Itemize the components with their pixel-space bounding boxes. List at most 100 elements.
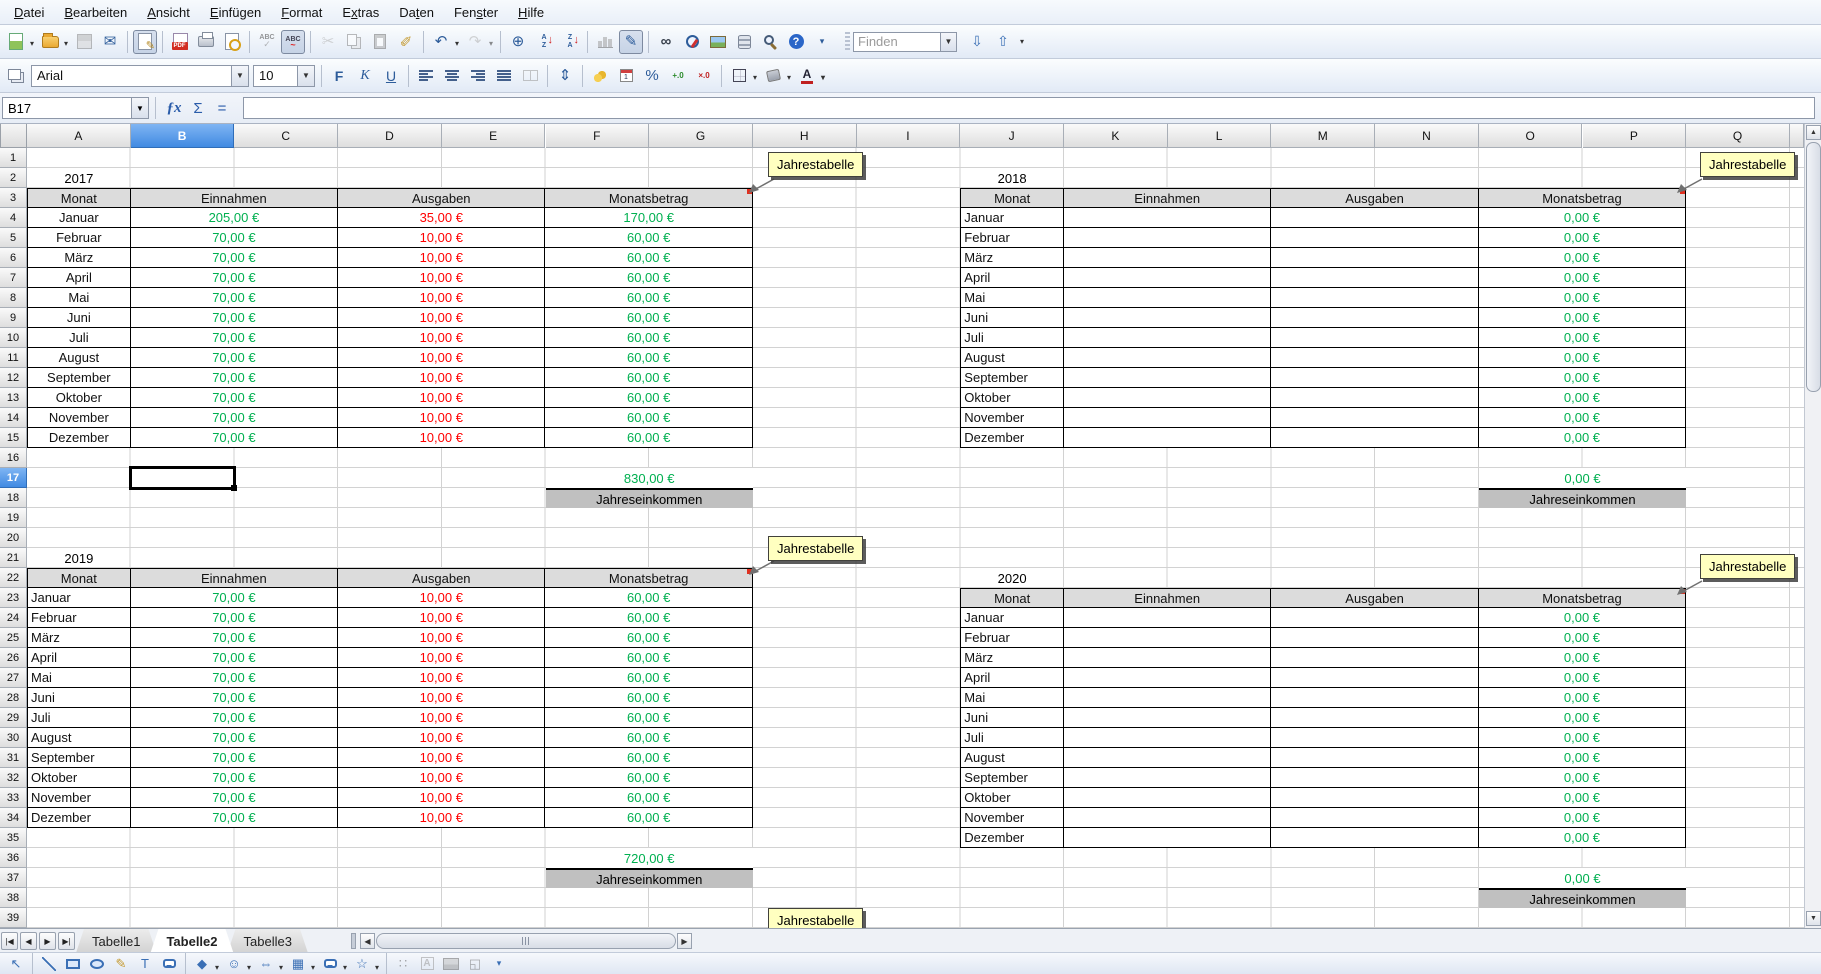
month-cell[interactable]: Juli (960, 328, 1064, 348)
monatsbetrag-cell[interactable]: 170,00 € (545, 208, 752, 228)
monatsbetrag-cell[interactable]: 60,00 € (545, 668, 752, 688)
einnahmen-cell[interactable]: 70,00 € (131, 408, 338, 428)
row-header-1[interactable]: 1 (0, 148, 27, 168)
month-cell[interactable]: Mai (27, 288, 131, 308)
menu-item-ansicht[interactable]: Ansicht (137, 2, 200, 23)
monatsbetrag-cell[interactable]: 0,00 € (1479, 788, 1686, 808)
row-header-28[interactable]: 28 (0, 688, 27, 708)
monatsbetrag-cell[interactable]: 60,00 € (545, 628, 752, 648)
einnahmen-cell[interactable]: 70,00 € (131, 228, 338, 248)
table-header-cell[interactable]: Monatsbetrag (1479, 188, 1686, 208)
monatsbetrag-cell[interactable]: 0,00 € (1479, 268, 1686, 288)
menu-item-einfügen[interactable]: Einfügen (200, 2, 271, 23)
month-cell[interactable]: Februar (960, 228, 1064, 248)
extrusion-icon[interactable]: ◱ (464, 954, 486, 973)
total-value-2019[interactable]: 720,00 € (546, 848, 753, 868)
row-header-22[interactable]: 22 (0, 568, 27, 588)
month-cell[interactable]: Juni (960, 308, 1064, 328)
row-header-6[interactable]: 6 (0, 248, 27, 268)
chevron-down-icon[interactable]: ▾ (247, 963, 251, 972)
einnahmen-cell[interactable] (1064, 688, 1271, 708)
function-wizard-icon[interactable]: ƒx (162, 97, 186, 119)
einnahmen-cell[interactable] (1064, 648, 1271, 668)
column-header-M[interactable]: M (1271, 124, 1375, 148)
table-header-cell[interactable]: Monatsbetrag (545, 188, 752, 208)
find-input[interactable] (853, 32, 941, 52)
ausgaben-cell[interactable]: 10,00 € (338, 268, 545, 288)
flowchart-icon[interactable]: ▦▾ (287, 954, 309, 973)
ausgaben-cell[interactable]: 10,00 € (338, 368, 545, 388)
ausgaben-cell[interactable] (1271, 368, 1478, 388)
month-cell[interactable]: November (960, 408, 1064, 428)
ausgaben-cell[interactable]: 10,00 € (338, 408, 545, 428)
horizontal-scroll-thumb[interactable] (376, 933, 676, 949)
monatsbetrag-cell[interactable]: 60,00 € (545, 648, 752, 668)
column-header-partial[interactable] (1790, 124, 1804, 148)
row-header-15[interactable]: 15 (0, 428, 27, 448)
tab-splitter[interactable] (351, 933, 356, 949)
month-cell[interactable]: März (27, 628, 131, 648)
merge-cells-icon[interactable] (518, 64, 542, 88)
find-next-icon[interactable]: ⇩ (965, 30, 989, 54)
einnahmen-cell[interactable] (1064, 388, 1271, 408)
month-cell[interactable]: Februar (960, 628, 1064, 648)
row-header-21[interactable]: 21 (0, 548, 27, 568)
chevron-down-icon[interactable]: ▾ (455, 39, 459, 48)
einnahmen-cell[interactable]: 70,00 € (131, 588, 338, 608)
monatsbetrag-cell[interactable]: 60,00 € (545, 248, 752, 268)
find-replace-icon[interactable]: ∞ (654, 30, 678, 54)
monatsbetrag-cell[interactable]: 60,00 € (545, 408, 752, 428)
number-format-percent-icon[interactable]: % (640, 64, 664, 88)
selection-handle[interactable] (231, 485, 237, 491)
menu-item-daten[interactable]: Daten (389, 2, 444, 23)
undo-icon[interactable]: ↶▾ (429, 30, 453, 54)
monatsbetrag-cell[interactable]: 60,00 € (545, 348, 752, 368)
menu-item-bearbeiten[interactable]: Bearbeiten (54, 2, 137, 23)
month-cell[interactable]: August (960, 348, 1064, 368)
sum-icon[interactable]: Σ (186, 97, 210, 119)
monatsbetrag-cell[interactable]: 0,00 € (1479, 688, 1686, 708)
chevron-down-icon[interactable]: ▼ (297, 66, 314, 86)
row-header-17[interactable]: 17 (0, 468, 27, 488)
fontwork-icon[interactable]: A (416, 954, 438, 973)
einnahmen-cell[interactable] (1064, 668, 1271, 688)
column-header-P[interactable]: P (1583, 124, 1687, 148)
monatsbetrag-cell[interactable]: 60,00 € (545, 608, 752, 628)
menu-item-hilfe[interactable]: Hilfe (508, 2, 554, 23)
einnahmen-cell[interactable]: 70,00 € (131, 708, 338, 728)
help-icon[interactable]: ? (784, 30, 808, 54)
ausgaben-cell[interactable] (1271, 808, 1478, 828)
monatsbetrag-cell[interactable]: 0,00 € (1479, 828, 1686, 848)
column-header-C[interactable]: C (234, 124, 338, 148)
einnahmen-cell[interactable] (1064, 228, 1271, 248)
symbol-shapes-icon[interactable]: ☺▾ (223, 954, 245, 973)
ausgaben-cell[interactable]: 10,00 € (338, 308, 545, 328)
row-header-11[interactable]: 11 (0, 348, 27, 368)
einnahmen-cell[interactable] (1064, 368, 1271, 388)
monatsbetrag-cell[interactable]: 60,00 € (545, 748, 752, 768)
month-cell[interactable]: November (960, 808, 1064, 828)
row-header-29[interactable]: 29 (0, 708, 27, 728)
einnahmen-cell[interactable]: 70,00 € (131, 608, 338, 628)
chevron-down-icon[interactable]: ▾ (753, 73, 757, 82)
einnahmen-cell[interactable]: 70,00 € (131, 628, 338, 648)
chevron-down-icon[interactable]: ▾ (489, 39, 493, 48)
monatsbetrag-cell[interactable]: 0,00 € (1479, 208, 1686, 228)
next-sheet-icon[interactable]: ▶ (39, 932, 56, 950)
ausgaben-cell[interactable] (1271, 688, 1478, 708)
einnahmen-cell[interactable] (1064, 808, 1271, 828)
einnahmen-cell[interactable] (1064, 248, 1271, 268)
row-header-26[interactable]: 26 (0, 648, 27, 668)
einnahmen-cell[interactable] (1064, 288, 1271, 308)
select-all-corner[interactable] (0, 124, 27, 148)
page-preview-icon[interactable] (220, 30, 244, 54)
ellipse-icon[interactable] (86, 954, 108, 973)
freeform-line-icon[interactable]: ✎ (110, 954, 132, 973)
ausgaben-cell[interactable]: 10,00 € (338, 728, 545, 748)
column-header-K[interactable]: K (1064, 124, 1168, 148)
einnahmen-cell[interactable]: 70,00 € (131, 668, 338, 688)
last-sheet-icon[interactable]: ▶| (58, 932, 75, 950)
table-header-cell[interactable]: Monat (960, 188, 1064, 208)
delete-decimal-icon[interactable]: ×.0 (692, 64, 716, 88)
einnahmen-cell[interactable]: 70,00 € (131, 348, 338, 368)
